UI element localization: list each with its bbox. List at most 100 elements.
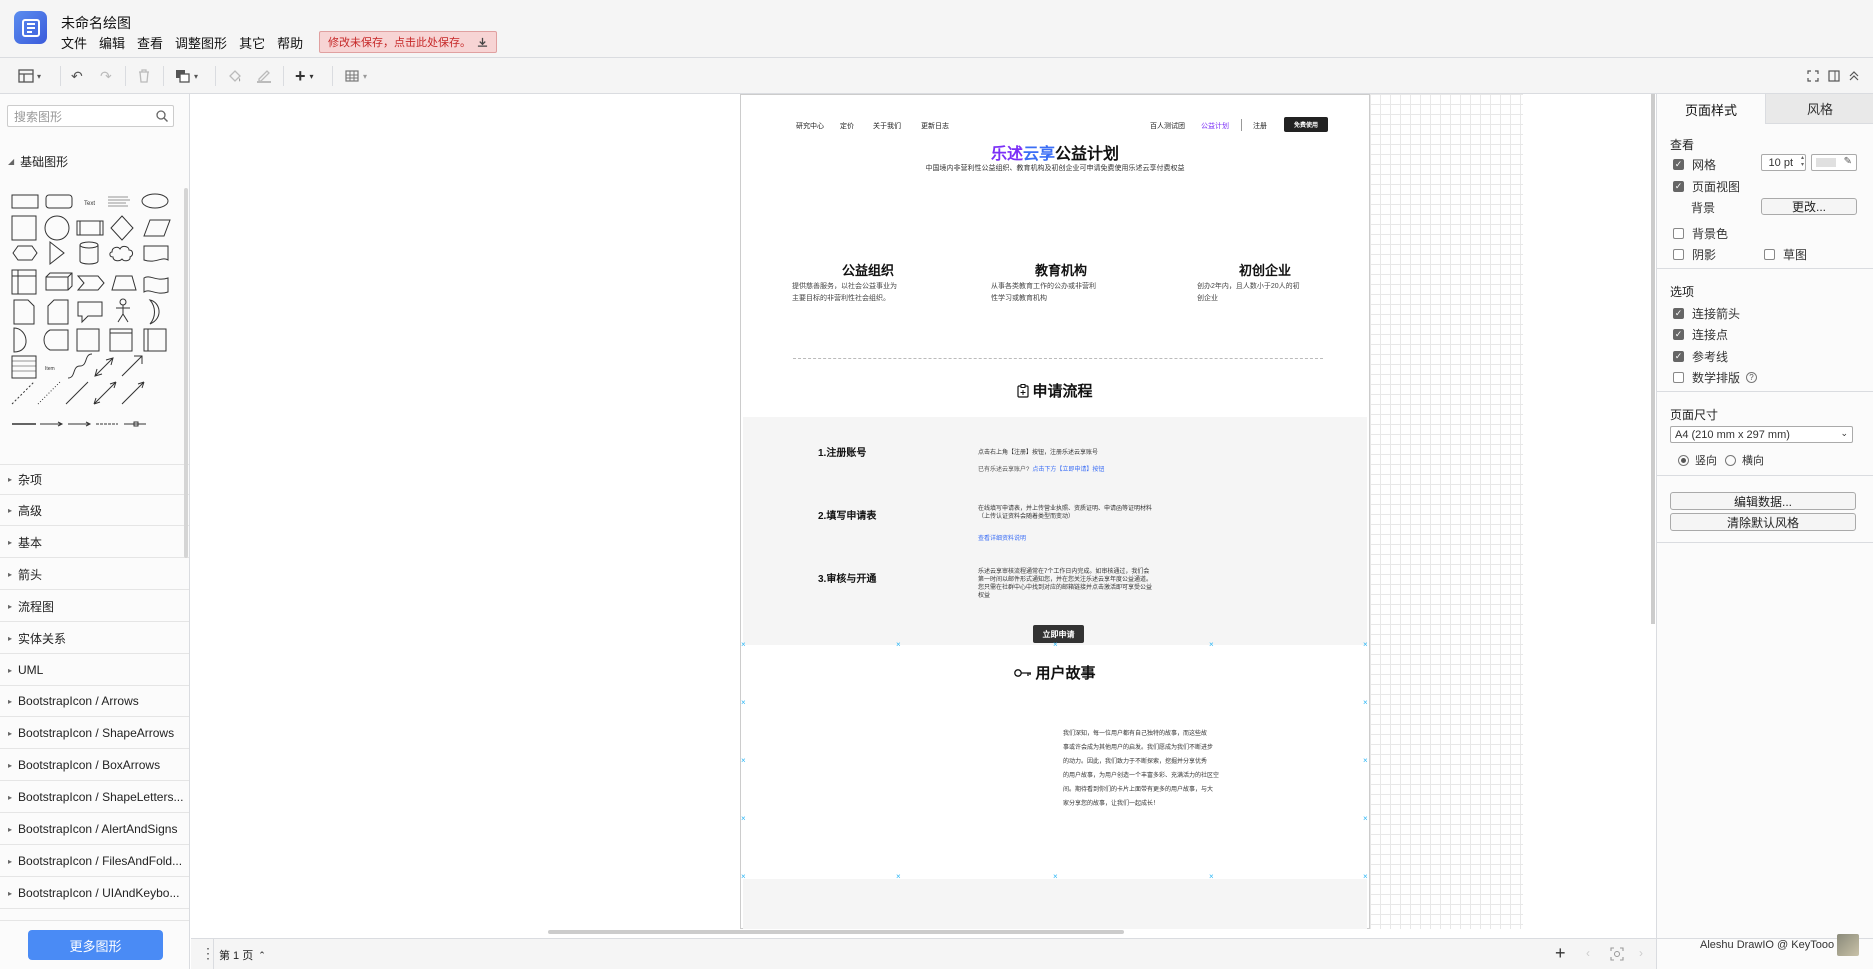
selection-handle[interactable]: × <box>741 815 746 823</box>
menu-arrange[interactable]: 调整图形 <box>175 33 227 52</box>
shape-rectangle[interactable] <box>11 194 39 209</box>
category-basic[interactable]: ▸ 基本 <box>0 527 189 558</box>
zoom-fit-button[interactable] <box>1610 947 1624 964</box>
page-size-select[interactable]: A4 (210 mm x 297 mm) ⌄ <box>1670 426 1853 443</box>
page-tab[interactable]: 第 1 页 ⌃ <box>219 947 266 963</box>
shape-step[interactable] <box>76 275 105 291</box>
tab-page-style[interactable]: 页面样式 <box>1657 94 1765 124</box>
category-arrows[interactable]: ▸ 箭头 <box>0 559 189 590</box>
shape-process[interactable] <box>76 220 104 236</box>
math-checkbox[interactable] <box>1673 372 1684 383</box>
nav-register[interactable]: 注册 <box>1253 121 1267 131</box>
redo-button[interactable]: ↷ <box>100 67 112 85</box>
portrait-option[interactable]: 竖向 <box>1678 452 1717 468</box>
shape-cube[interactable] <box>45 272 73 291</box>
shape-or[interactable] <box>148 299 160 325</box>
shape-square-2[interactable] <box>76 328 100 352</box>
nav-cta-button[interactable]: 免费使用 <box>1284 117 1328 132</box>
menu-file[interactable]: 文件 <box>61 33 87 52</box>
shape-directional-connector[interactable] <box>121 381 145 405</box>
search-input[interactable]: 搜索图形 <box>7 105 174 127</box>
shape-rounded-rectangle[interactable] <box>45 194 73 209</box>
shape-card[interactable] <box>47 299 69 325</box>
portrait-radio[interactable] <box>1678 454 1689 466</box>
horizontal-scrollbar[interactable] <box>548 930 1124 934</box>
shape-hexagon[interactable] <box>12 245 38 261</box>
collapse-toolbar-button[interactable] <box>1849 67 1859 85</box>
category-bootstrap-boxarrows[interactable]: ▸ BootstrapIcon / BoxArrows <box>0 750 189 781</box>
selection-handle[interactable]: × <box>1363 699 1368 707</box>
menu-view[interactable]: 查看 <box>137 33 163 52</box>
add-page-button[interactable]: + <box>1555 944 1566 962</box>
nav-changelog[interactable]: 更新日志 <box>921 121 949 131</box>
shape-tape[interactable] <box>143 276 169 294</box>
category-basic-shapes[interactable]: ◢ 基础图形 <box>0 146 189 177</box>
change-background-button[interactable]: 更改... <box>1761 198 1857 215</box>
shape-document[interactable] <box>143 245 169 262</box>
category-bootstrap-alertandsigns[interactable]: ▸ BootstrapIcon / AlertAndSigns <box>0 814 189 845</box>
selection-handle[interactable]: × <box>896 641 901 649</box>
grid-option[interactable]: ✓ 网格 <box>1673 156 1716 173</box>
category-flowchart[interactable]: ▸ 流程图 <box>0 591 189 622</box>
menu-extras[interactable]: 其它 <box>239 33 265 52</box>
diagram-page[interactable]: 研究中心 定价 关于我们 更新日志 百人测试团 公益计划 注册 免费使用 乐述云… <box>740 94 1370 929</box>
shape-trapezoid[interactable] <box>111 275 137 291</box>
shape-triangle[interactable] <box>49 240 65 266</box>
shape-container[interactable] <box>109 328 133 352</box>
delete-button[interactable] <box>138 67 150 85</box>
fill-color-button[interactable] <box>228 67 242 85</box>
shape-connector-3[interactable] <box>124 421 146 427</box>
sidebar-scrollbar[interactable] <box>184 188 188 558</box>
undo-button[interactable]: ↶ <box>71 67 83 85</box>
user-avatar[interactable] <box>1837 934 1859 956</box>
line-color-button[interactable] <box>256 67 272 85</box>
option-guides[interactable]: ✓ 参考线 <box>1673 348 1728 365</box>
shape-textbox[interactable] <box>108 196 130 207</box>
selection-handle[interactable]: × <box>1209 641 1214 649</box>
page-view-option[interactable]: ✓ 页面视图 <box>1673 178 1740 195</box>
step-1-extra-link[interactable]: 点击下方【立即申请】按钮 <box>1032 467 1104 473</box>
shape-arrow[interactable] <box>121 355 143 377</box>
landscape-radio[interactable] <box>1725 454 1736 466</box>
shape-ellipse[interactable] <box>141 193 169 209</box>
shape-actor[interactable] <box>116 298 130 323</box>
selection-handle[interactable]: × <box>741 757 746 765</box>
option-math[interactable]: 数学排版 ? <box>1673 369 1758 386</box>
diagram-canvas[interactable]: 研究中心 定价 关于我们 更新日志 百人测试团 公益计划 注册 免费使用 乐述云… <box>191 94 1656 938</box>
category-bootstrap-shapeletters[interactable]: ▸ BootstrapIcon / ShapeLetters... <box>0 782 189 813</box>
shape-data-storage[interactable] <box>43 329 69 351</box>
connection-points-checkbox[interactable]: ✓ <box>1673 329 1684 340</box>
vertical-scrollbar[interactable] <box>1651 94 1655 624</box>
toggle-format-panel-button[interactable] <box>1828 67 1840 85</box>
option-connect-arrows[interactable]: ✓ 连接箭头 <box>1673 305 1740 322</box>
selection-handle[interactable]: × <box>1053 641 1058 649</box>
shape-line[interactable] <box>65 381 89 405</box>
page-view-checkbox[interactable]: ✓ <box>1673 181 1684 192</box>
shape-connector[interactable] <box>40 421 64 427</box>
shape-dotted-line[interactable] <box>37 381 61 405</box>
shape-list[interactable] <box>11 355 37 379</box>
shape-bidirectional-arrow[interactable] <box>94 357 114 377</box>
nav-pricing[interactable]: 定价 <box>840 121 854 131</box>
spinner-icon[interactable]: ▴ ▾ <box>1801 155 1804 169</box>
grid-color-button[interactable]: ✎ <box>1811 154 1857 171</box>
selection-handle[interactable]: × <box>1363 815 1368 823</box>
shape-dashed-line[interactable] <box>11 381 35 405</box>
category-entity-relation[interactable]: ▸ 实体关系 <box>0 623 189 654</box>
shape-square[interactable] <box>11 215 37 241</box>
category-bootstrap-uiandkeyboard[interactable]: ▸ BootstrapIcon / UIAndKeybo... <box>0 878 189 909</box>
connect-arrows-checkbox[interactable]: ✓ <box>1673 308 1684 319</box>
sketch-option[interactable]: 草图 <box>1764 246 1807 263</box>
previous-page-button[interactable]: ‹ <box>1586 946 1590 960</box>
document-title[interactable]: 未命名绘图 <box>61 13 131 33</box>
guides-checkbox[interactable]: ✓ <box>1673 351 1684 362</box>
bg-color-checkbox[interactable] <box>1673 228 1684 239</box>
shape-list-item[interactable]: Item <box>45 366 55 372</box>
to-front-button[interactable]: ▾ <box>175 67 198 85</box>
shape-diamond[interactable] <box>110 215 134 241</box>
grid-size-input[interactable]: 10 pt ▴ ▾ <box>1761 154 1806 171</box>
selection-handle[interactable]: × <box>741 641 746 649</box>
shape-cylinder[interactable] <box>79 241 99 265</box>
shape-curve[interactable] <box>67 353 93 379</box>
category-bootstrap-arrows[interactable]: ▸ BootstrapIcon / Arrows <box>0 686 189 717</box>
